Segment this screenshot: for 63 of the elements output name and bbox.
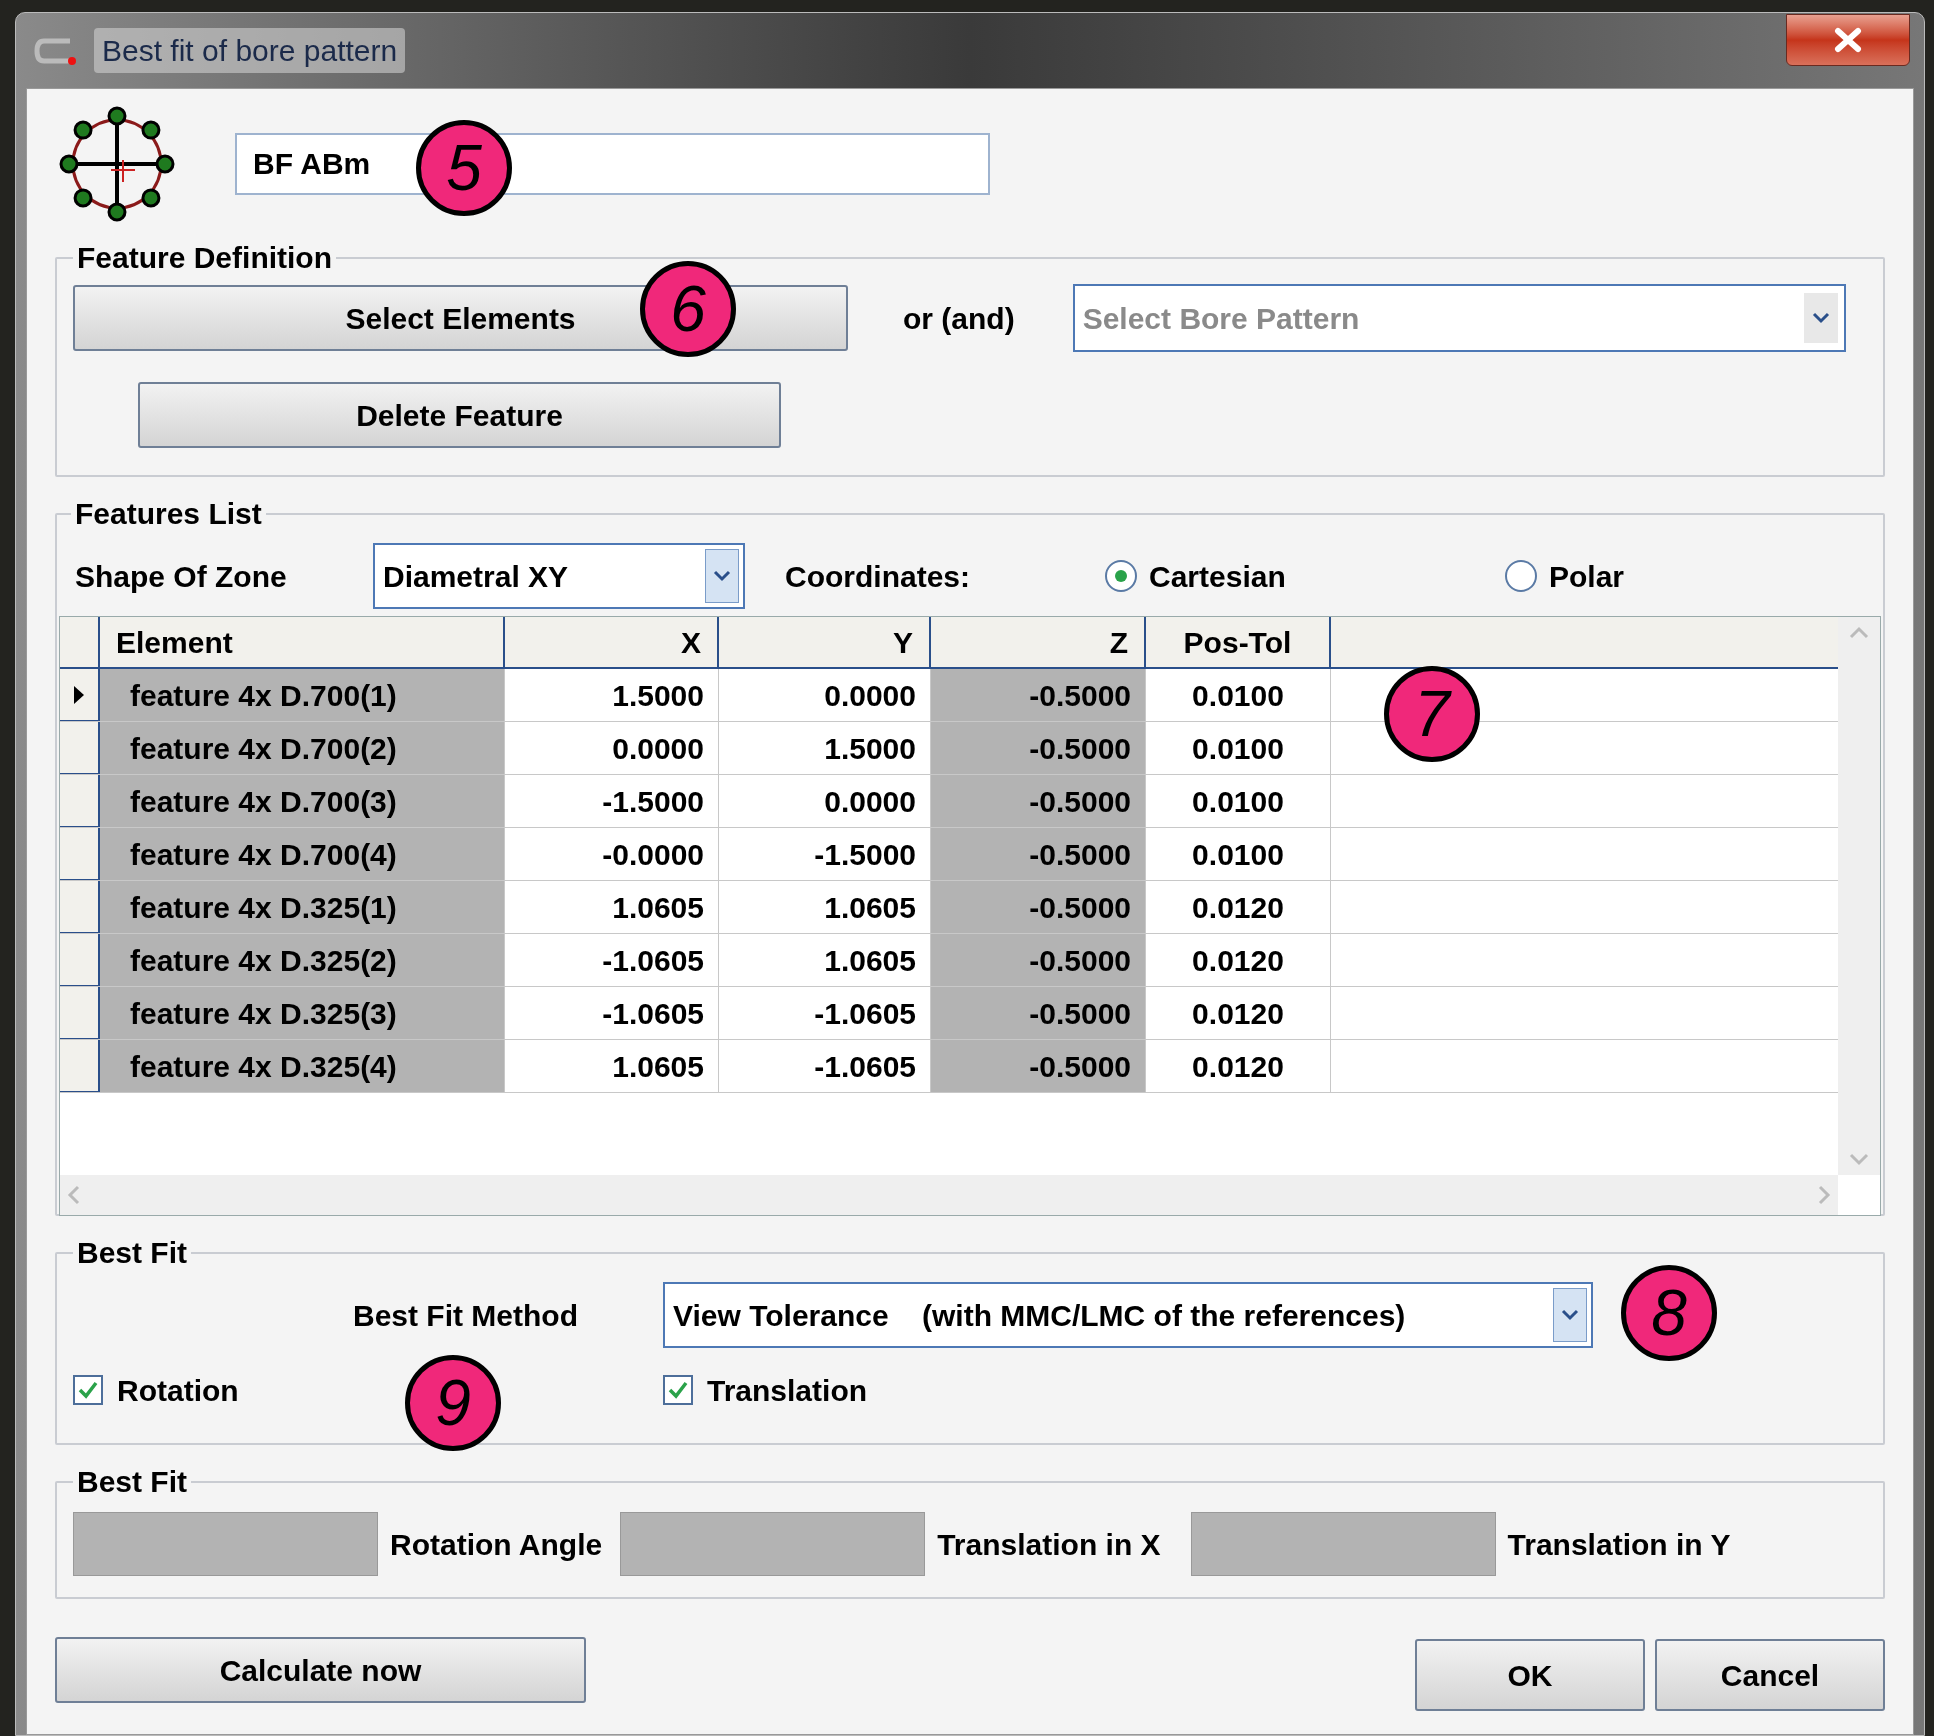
radio-label: Polar — [1549, 558, 1625, 595]
shape-of-zone-label: Shape Of Zone — [75, 558, 288, 595]
result-label: Translation in X — [937, 1526, 1161, 1563]
coordinates-label: Coordinates: — [785, 558, 971, 595]
group-title: Best Fit — [76, 1235, 188, 1271]
check-icon — [667, 1379, 689, 1401]
table-cell: -0.5000 — [931, 934, 1146, 986]
close-icon — [1833, 26, 1863, 53]
group-title: Feature Definition — [76, 240, 333, 276]
table-cell: feature 4x D.325(2) — [100, 934, 505, 986]
row-pointer-icon — [73, 684, 85, 705]
checkbox-label: Rotation — [117, 1372, 239, 1409]
radio-button[interactable] — [1505, 560, 1537, 592]
result-label: Translation in Y — [1507, 1526, 1731, 1563]
checkbox[interactable] — [663, 1375, 693, 1405]
table-cell: feature 4x D.325(4) — [100, 1040, 505, 1092]
row-header[interactable] — [60, 934, 100, 986]
table-cell: feature 4x D.700(3) — [100, 775, 505, 827]
table-cell: -0.5000 — [931, 1040, 1146, 1092]
radio-label: Cartesian — [1149, 558, 1286, 595]
checkbox-label: Translation — [707, 1372, 868, 1409]
ok-button[interactable]: OK — [1415, 1639, 1645, 1711]
table-cell: -0.5000 — [931, 775, 1146, 827]
checkbox[interactable] — [73, 1375, 103, 1405]
result-label: Rotation Angle — [390, 1526, 603, 1563]
row-header[interactable] — [60, 722, 100, 774]
table-cell: feature 4x D.700(1) — [100, 669, 505, 721]
calculate-now-button[interactable]: Calculate now — [55, 1637, 586, 1703]
row-header[interactable] — [60, 775, 100, 827]
delete-feature-button[interactable]: Delete Feature — [138, 382, 781, 448]
group-title: Best Fit — [76, 1464, 188, 1500]
result-field[interactable] — [1190, 1512, 1496, 1576]
table-cell: feature 4x D.325(1) — [100, 881, 505, 933]
row-header[interactable] — [60, 828, 100, 880]
table-cell: -0.5000 — [931, 987, 1146, 1039]
table-cell: feature 4x D.700(4) — [100, 828, 505, 880]
result-field[interactable] — [73, 1512, 378, 1576]
row-header[interactable] — [60, 1040, 100, 1092]
column-header[interactable]: X — [505, 617, 719, 667]
table-cell: -0.5000 — [931, 881, 1146, 933]
table-cell: -0.5000 — [931, 828, 1146, 880]
column-header[interactable]: Y — [719, 617, 931, 667]
column-header[interactable]: Element — [100, 617, 505, 667]
radio-button[interactable] — [1105, 560, 1137, 592]
column-header[interactable]: Z — [931, 617, 1146, 667]
check-icon — [77, 1379, 99, 1401]
row-header[interactable] — [60, 881, 100, 933]
row-header[interactable] — [60, 669, 100, 721]
column-header[interactable]: Pos-Tol — [1146, 617, 1331, 667]
table-cell: feature 4x D.700(2) — [100, 722, 505, 774]
table-cell: -0.5000 — [931, 669, 1146, 721]
table-cell: feature 4x D.325(3) — [100, 987, 505, 1039]
or-label: or (and) — [903, 300, 1015, 337]
best-fit-method-label: Best Fit Method — [353, 1297, 579, 1334]
cancel-button[interactable]: Cancel — [1655, 1639, 1885, 1711]
row-header[interactable] — [60, 987, 100, 1039]
result-field[interactable] — [620, 1512, 926, 1576]
table-cell: -0.5000 — [931, 722, 1146, 774]
best-fit-method-dropdown[interactable]: View Tolerance (with MMC/LMC of the references) — [663, 1282, 1593, 1348]
shape-of-zone-dropdown[interactable]: Diametral XY — [373, 543, 745, 609]
group-title: Features List — [74, 496, 263, 532]
close-button[interactable] — [1786, 13, 1910, 66]
window-title: Best fit of bore pattern — [94, 28, 406, 73]
